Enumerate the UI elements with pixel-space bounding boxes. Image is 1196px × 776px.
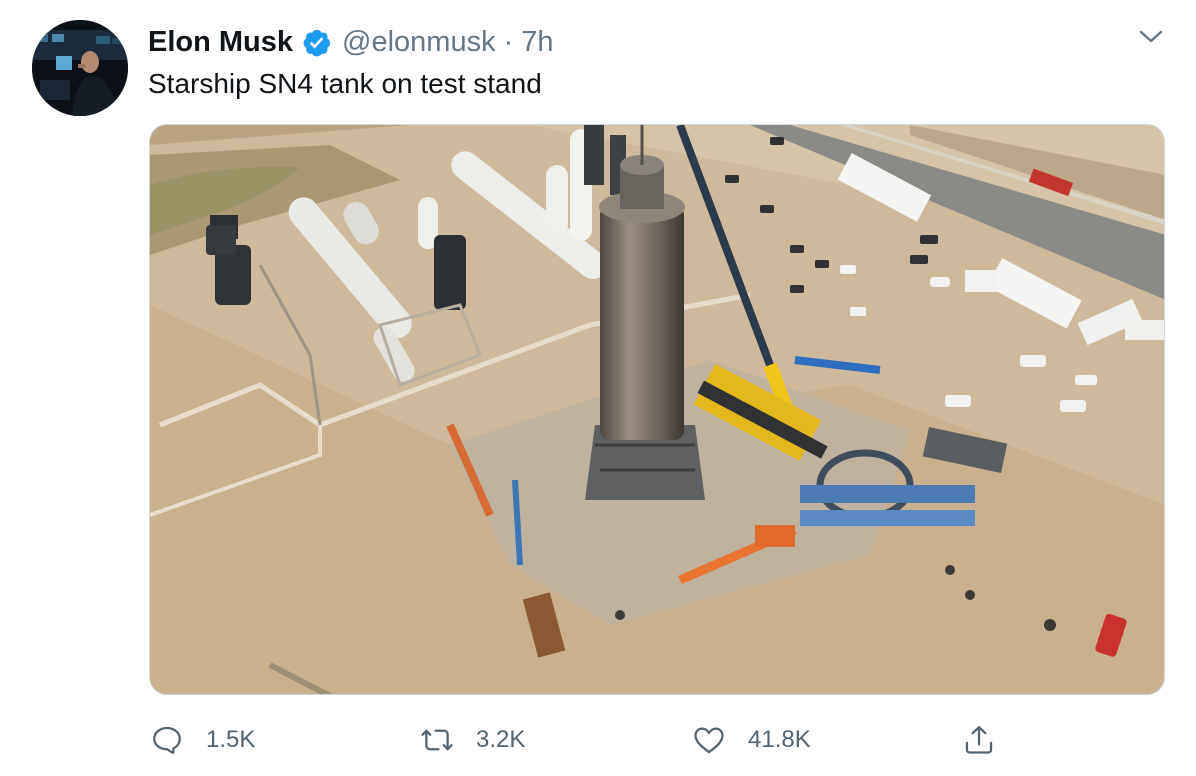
- separator-dot: ·: [503, 25, 514, 58]
- launch-site-aerial-photo: [150, 125, 1164, 694]
- reply-button[interactable]: 1.5K: [150, 718, 255, 762]
- retweet-button[interactable]: 3.2K: [420, 718, 525, 762]
- chevron-down-icon[interactable]: [1136, 24, 1166, 48]
- like-button[interactable]: 41.8K: [692, 718, 811, 762]
- timestamp[interactable]: 7h: [521, 26, 553, 59]
- share-button[interactable]: [962, 718, 996, 762]
- heart-icon: [692, 723, 726, 757]
- retweet-count: 3.2K: [476, 726, 526, 753]
- tweet-text: Starship SN4 tank on test stand: [148, 68, 542, 99]
- avatar[interactable]: [32, 20, 128, 116]
- like-count: 41.8K: [748, 726, 811, 753]
- reply-icon: [150, 723, 184, 757]
- retweet-icon: [420, 723, 454, 757]
- tweet-header: Elon Musk @elonmusk · 7h: [148, 24, 554, 60]
- author-name[interactable]: Elon Musk: [148, 26, 293, 59]
- verified-badge-icon: [301, 27, 332, 58]
- avatar-image: [32, 20, 128, 116]
- share-icon: [962, 723, 996, 757]
- reply-count: 1.5K: [206, 726, 256, 753]
- tweet-photo[interactable]: [149, 124, 1165, 695]
- author-handle[interactable]: @elonmusk: [342, 26, 496, 59]
- tweet-actions: 1.5K 3.2K 41.8K: [0, 718, 1196, 762]
